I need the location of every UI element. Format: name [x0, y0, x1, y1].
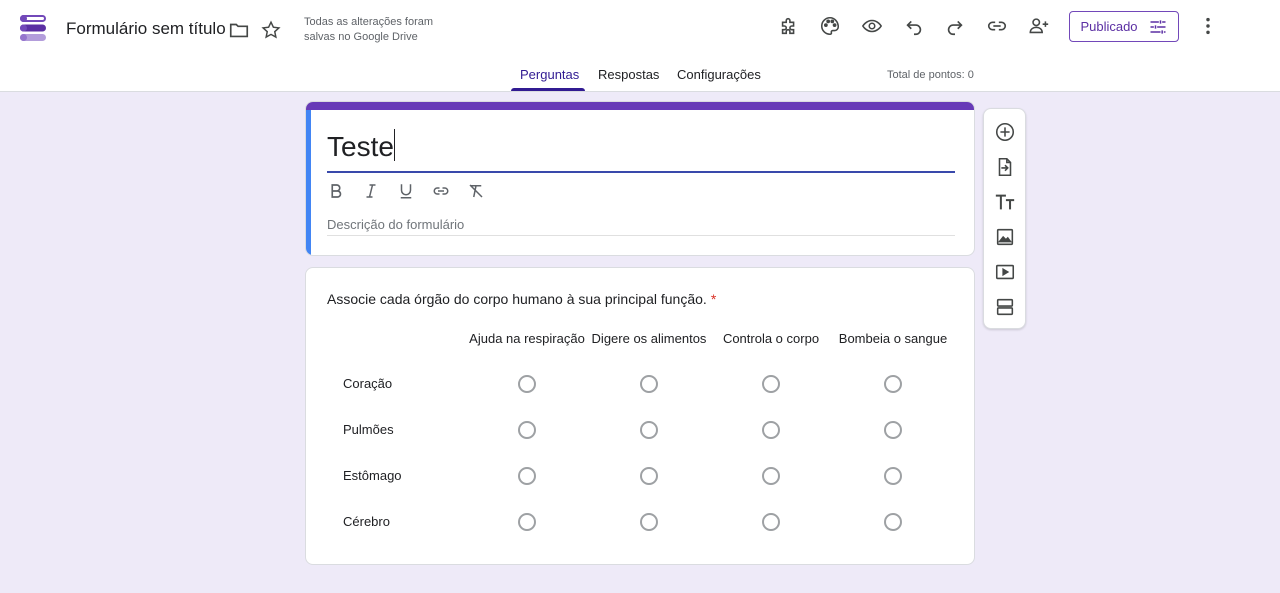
row-label: Coração	[343, 376, 393, 391]
redo-icon[interactable]	[939, 10, 971, 42]
row-label: Estômago	[343, 468, 402, 483]
add-question-icon[interactable]	[994, 121, 1016, 143]
form-title-card: Teste Descrição do formulário	[305, 101, 975, 256]
active-tab-indicator	[511, 88, 585, 91]
italic-icon[interactable]	[362, 182, 380, 200]
top-bar: Formulário sem título Todas as alteraçõe…	[0, 0, 1280, 92]
required-mark: *	[710, 291, 717, 307]
card-accent-band	[306, 102, 974, 110]
column-header: Digere os alimentos	[591, 331, 707, 346]
form-title-header[interactable]: Formulário sem título	[66, 19, 226, 39]
focus-indicator	[306, 110, 311, 255]
grid-radio[interactable]	[518, 467, 536, 485]
grid-radio[interactable]	[640, 467, 658, 485]
preview-icon[interactable]	[856, 10, 888, 42]
grid-radio[interactable]	[640, 513, 658, 531]
question-text: Associe cada órgão do corpo humano à sua…	[327, 291, 707, 307]
form-title-input[interactable]: Teste	[327, 129, 395, 163]
add-image-icon[interactable]	[994, 226, 1016, 248]
row-label: Pulmões	[343, 422, 394, 437]
add-title-icon[interactable]	[994, 191, 1016, 213]
insert-link-icon[interactable]	[432, 182, 450, 200]
publish-label: Publicado	[1080, 19, 1138, 34]
row-label: Cérebro	[343, 514, 390, 529]
format-toolbar	[327, 180, 485, 202]
form-title-text: Teste	[327, 131, 394, 162]
column-header: Controla o corpo	[722, 331, 820, 346]
question-title: Associe cada órgão do corpo humano à sua…	[327, 291, 716, 307]
save-status: Todas as alterações foram salvas no Goog…	[304, 16, 434, 43]
add-video-icon[interactable]	[994, 261, 1016, 283]
grid-radio[interactable]	[640, 421, 658, 439]
publish-button[interactable]: Publicado	[1069, 11, 1179, 42]
form-description-input[interactable]: Descrição do formulário	[327, 217, 464, 232]
question-card[interactable]: Associe cada órgão do corpo humano à sua…	[305, 267, 975, 565]
grid-radio[interactable]	[762, 467, 780, 485]
addon-icon[interactable]	[773, 10, 805, 42]
palette-icon[interactable]	[814, 10, 846, 42]
grid-radio[interactable]	[884, 513, 902, 531]
grid-radio[interactable]	[518, 513, 536, 531]
underline-icon[interactable]	[397, 182, 415, 200]
add-collaborator-icon[interactable]	[1023, 10, 1055, 42]
import-questions-icon[interactable]	[994, 156, 1016, 178]
column-header: Bombeia o sangue	[838, 331, 948, 346]
more-vert-icon[interactable]	[1192, 10, 1224, 42]
forms-logo-icon[interactable]	[18, 13, 48, 43]
grid-radio[interactable]	[762, 421, 780, 439]
grid-radio[interactable]	[640, 375, 658, 393]
grid-radio[interactable]	[762, 513, 780, 531]
add-section-icon[interactable]	[994, 296, 1016, 318]
grid-radio[interactable]	[762, 375, 780, 393]
total-points: Total de pontos: 0	[887, 69, 974, 81]
star-icon[interactable]	[255, 14, 287, 46]
undo-icon[interactable]	[898, 10, 930, 42]
description-underline	[327, 235, 955, 236]
tab-respostas[interactable]: Respostas	[598, 67, 659, 82]
tab-bar: Perguntas Respostas Configurações Total …	[0, 58, 1280, 92]
title-underline	[327, 171, 955, 173]
text-cursor	[393, 129, 395, 161]
grid-radio[interactable]	[884, 467, 902, 485]
grid-radio[interactable]	[518, 421, 536, 439]
column-header: Ajuda na respiração	[469, 331, 585, 346]
bold-icon[interactable]	[327, 182, 345, 200]
grid-radio[interactable]	[518, 375, 536, 393]
clear-format-icon[interactable]	[467, 182, 485, 200]
link-icon[interactable]	[981, 10, 1013, 42]
settings-sliders-icon	[1150, 19, 1166, 34]
grid-radio[interactable]	[884, 375, 902, 393]
side-toolbar	[983, 108, 1026, 329]
folder-icon[interactable]	[223, 14, 255, 46]
tab-configuracoes[interactable]: Configurações	[677, 67, 761, 82]
grid-radio[interactable]	[884, 421, 902, 439]
tab-perguntas[interactable]: Perguntas	[520, 67, 579, 82]
